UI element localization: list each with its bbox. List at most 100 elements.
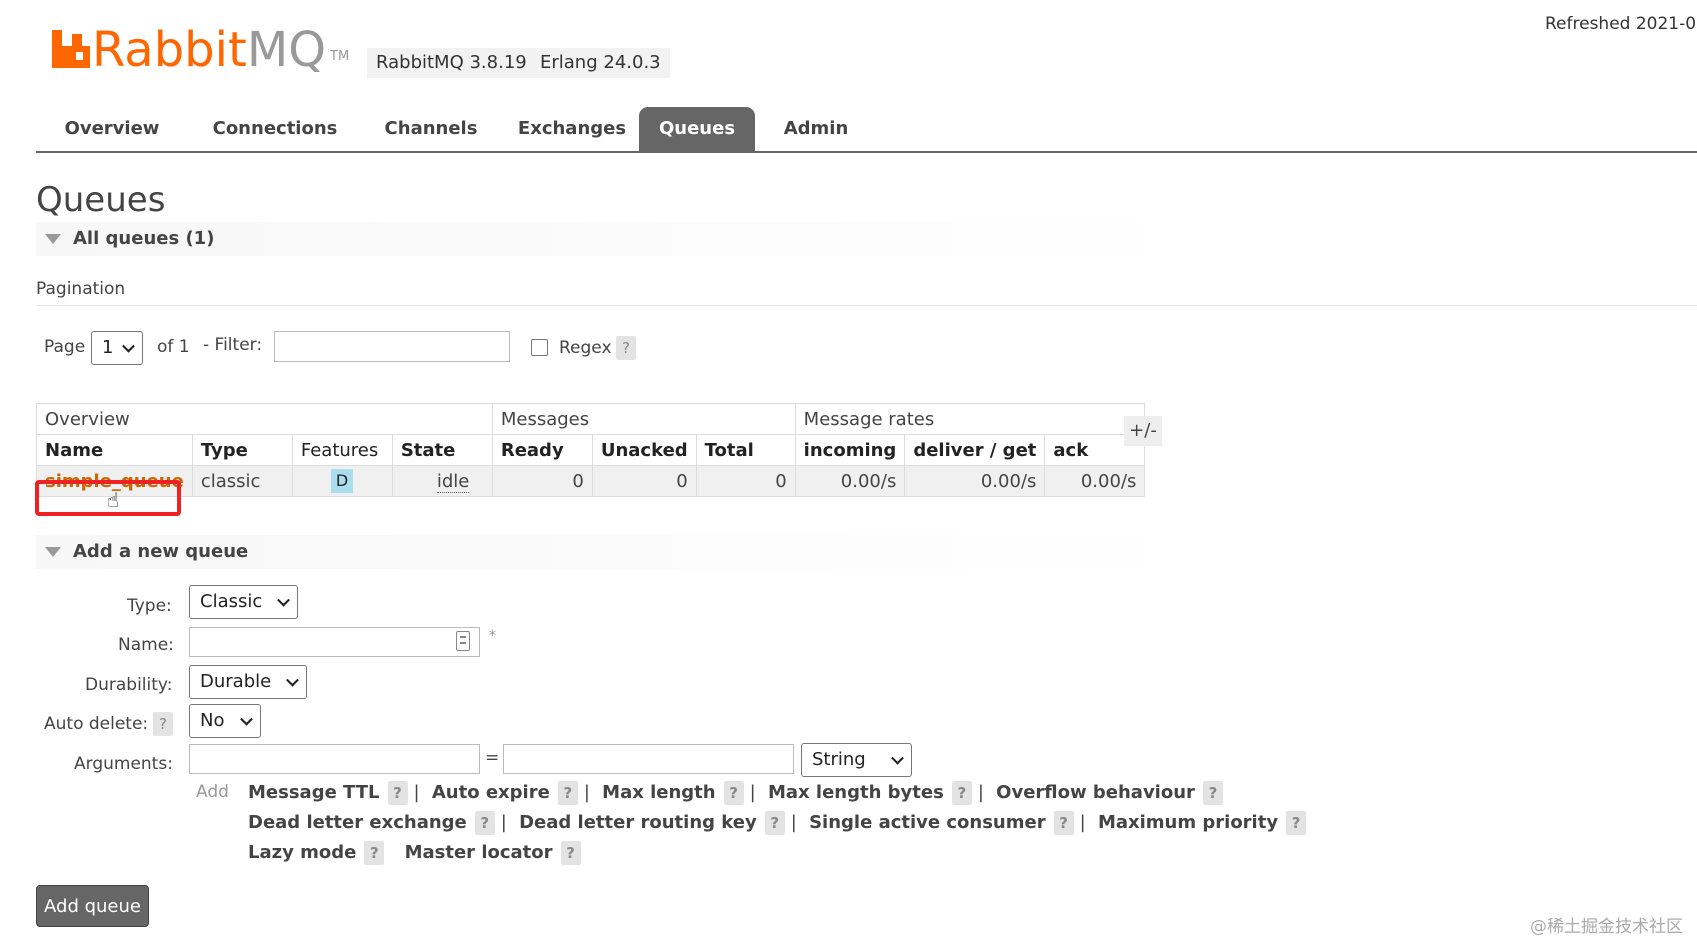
keyboard-icon[interactable] — [456, 631, 470, 651]
tab-overview[interactable]: Overview — [48, 107, 176, 151]
collapse-triangle-icon — [45, 547, 61, 557]
arg-message-ttl[interactable]: Message TTL — [248, 782, 380, 803]
tab-admin[interactable]: Admin — [766, 107, 866, 151]
group-overview: Overview — [36, 403, 493, 435]
columns-toggle-button[interactable]: +/- — [1124, 416, 1162, 446]
rate-incoming: 0.00/s — [794, 465, 906, 497]
name-label: Name: — [118, 635, 174, 655]
durability-select[interactable]: Durable — [189, 665, 307, 699]
chevron-down-icon — [286, 673, 299, 687]
col-state[interactable]: State — [391, 434, 493, 466]
type-label: Type: — [127, 596, 172, 616]
auto-delete-help-icon[interactable]: ? — [153, 712, 173, 736]
help-icon[interactable]: ? — [1286, 811, 1307, 835]
arguments-label: Arguments: — [74, 754, 173, 774]
of-pages-label: of 1 — [157, 337, 190, 357]
rabbit-logo-icon — [52, 30, 90, 68]
tab-queues[interactable]: Queues — [639, 107, 755, 151]
queue-ready: 0 — [491, 465, 593, 497]
arg-dead-letter-exchange[interactable]: Dead letter exchange — [248, 812, 467, 833]
rate-ack: 0.00/s — [1044, 465, 1146, 497]
col-features[interactable]: Features — [291, 434, 393, 466]
regex-help-icon[interactable]: ? — [616, 336, 636, 360]
tab-exchanges[interactable]: Exchanges — [502, 107, 642, 151]
filter-input[interactable] — [274, 331, 510, 362]
chevron-down-icon — [122, 339, 135, 353]
queue-state[interactable]: idle — [436, 470, 470, 493]
durable-feature-badge[interactable]: D — [330, 469, 354, 493]
queue-name-input[interactable] — [189, 627, 480, 657]
page-select[interactable]: 1 — [91, 331, 143, 365]
argument-shortcuts-row-3: Lazy mode? Master locator? — [248, 841, 581, 865]
auto-delete-select[interactable]: No — [189, 704, 261, 738]
durability-label: Durability: — [85, 675, 173, 695]
erlang-badge: Erlang 24.0.3 — [531, 48, 670, 78]
help-icon[interactable]: ? — [764, 811, 785, 835]
page-title: Queues — [36, 180, 166, 220]
refreshed-label[interactable]: Refreshed 2021-0 — [1545, 14, 1696, 34]
argument-shortcuts-row-1: Message TTL? | Auto expire? | Max length? |… — [248, 781, 1223, 805]
pagination-title: Pagination — [36, 279, 126, 299]
add-queue-button[interactable]: Add queue — [36, 885, 149, 927]
filter-label: - Filter: — [203, 335, 263, 355]
help-icon[interactable]: ? — [474, 811, 495, 835]
help-icon[interactable]: ? — [560, 841, 581, 865]
col-unacked[interactable]: Unacked — [591, 434, 697, 466]
group-message-rates: Message rates — [794, 403, 1146, 435]
arg-single-active-consumer[interactable]: Single active consumer — [809, 812, 1046, 833]
table-row[interactable]: simple_queue classic D idle 0 0 0 0.00/s… — [36, 465, 1146, 497]
queue-type-select[interactable]: Classic — [189, 585, 298, 619]
chevron-down-icon — [277, 593, 290, 607]
page-label: Page — [44, 337, 86, 357]
add-argument-label: Add — [196, 782, 229, 802]
main-nav: Overview Connections Channels Exchanges … — [36, 107, 1697, 153]
collapse-triangle-icon — [45, 234, 61, 244]
help-icon[interactable]: ? — [951, 781, 972, 805]
tab-connections[interactable]: Connections — [196, 107, 354, 151]
arg-dead-letter-routing-key[interactable]: Dead letter routing key — [519, 812, 757, 833]
queue-type: classic — [191, 465, 293, 497]
arg-master-locator[interactable]: Master locator — [405, 842, 553, 863]
rabbitmq-logo: RabbitMQ TM — [52, 18, 349, 74]
argument-key-input[interactable] — [189, 744, 480, 774]
col-type[interactable]: Type — [191, 434, 293, 466]
help-icon[interactable]: ? — [387, 781, 408, 805]
all-queues-toggle[interactable]: All queues (1) — [36, 222, 1697, 256]
argument-value-input[interactable] — [503, 744, 794, 774]
col-total[interactable]: Total — [695, 434, 796, 466]
col-ready[interactable]: Ready — [491, 434, 593, 466]
arg-max-length-bytes[interactable]: Max length bytes — [768, 782, 944, 803]
watermark: @稀土掘金技术社区 — [1530, 917, 1683, 937]
group-messages: Messages — [491, 403, 796, 435]
help-icon[interactable]: ? — [557, 781, 578, 805]
tab-channels[interactable]: Channels — [372, 107, 490, 151]
required-mark: * — [489, 628, 496, 644]
arg-lazy-mode[interactable]: Lazy mode — [248, 842, 356, 863]
queue-total: 0 — [695, 465, 796, 497]
version-badge: RabbitMQ 3.8.19 — [367, 48, 536, 78]
auto-delete-label: Auto delete: — [44, 714, 149, 734]
queue-unacked: 0 — [591, 465, 697, 497]
help-icon[interactable]: ? — [364, 841, 385, 865]
add-queue-toggle[interactable]: Add a new queue — [36, 535, 1697, 569]
arg-auto-expire[interactable]: Auto expire — [432, 782, 550, 803]
argument-type-select[interactable]: String — [801, 743, 912, 777]
chevron-down-icon — [891, 751, 904, 765]
equals-sign: = — [485, 748, 500, 768]
col-name[interactable]: Name — [36, 434, 193, 466]
arg-overflow-behaviour[interactable]: Overflow behaviour — [996, 782, 1195, 803]
argument-shortcuts-row-2: Dead letter exchange? | Dead letter routi… — [248, 811, 1307, 835]
queues-table: Overview Messages Message rates Name Typ… — [36, 403, 1146, 497]
arg-maximum-priority[interactable]: Maximum priority — [1098, 812, 1278, 833]
help-icon[interactable]: ? — [1202, 781, 1223, 805]
help-icon[interactable]: ? — [723, 781, 744, 805]
regex-label: Regex — [559, 338, 612, 358]
chevron-down-icon — [240, 712, 253, 726]
arg-max-length[interactable]: Max length — [602, 782, 715, 803]
col-incoming[interactable]: incoming — [794, 434, 906, 466]
hand-pointer-icon: ☝ — [107, 488, 120, 512]
help-icon[interactable]: ? — [1053, 811, 1074, 835]
rate-deliver-get: 0.00/s — [904, 465, 1046, 497]
regex-checkbox[interactable] — [531, 339, 548, 356]
col-deliver-get[interactable]: deliver / get — [904, 434, 1046, 466]
